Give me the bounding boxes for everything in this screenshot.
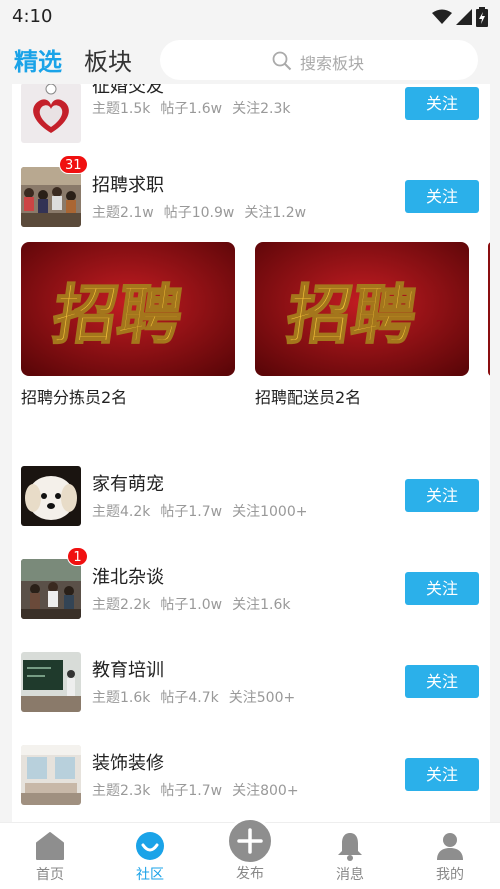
bottom-nav: 首页 社区 发布 消息 我的 — [0, 817, 500, 889]
follow-button[interactable]: 关注 — [405, 479, 479, 512]
topics-count: 主题1.6k — [92, 690, 151, 706]
banner-peek — [488, 242, 490, 376]
banner-text: 招聘 — [282, 278, 420, 353]
list-item[interactable]: 31 招聘求职 主题2.1w 帖子10.9w 关注1.2w 关注 — [12, 155, 490, 237]
plus-icon — [237, 828, 263, 854]
topics-count: 主题2.2k — [92, 597, 151, 613]
board-thumbnail — [21, 745, 81, 805]
board-name: 招聘求职 — [92, 175, 164, 196]
board-stats: 主题1.6k 帖子4.7k 关注500+ — [92, 687, 305, 707]
posts-count: 帖子10.9w — [163, 205, 235, 221]
search-input[interactable]: 搜索板块 — [160, 40, 478, 80]
publish-button[interactable] — [226, 817, 274, 865]
board-thumbnail — [21, 559, 81, 619]
board-stats: 主题2.3k 帖子1.7w 关注800+ — [92, 780, 309, 800]
board-stats: 主题2.2k 帖子1.0w 关注1.6k — [92, 594, 300, 614]
list-item[interactable]: 1 淮北杂谈 主题2.2k 帖子1.0w 关注1.6k 关注 — [12, 547, 490, 629]
status-icons — [432, 7, 488, 27]
topics-count: 主题2.1w — [92, 205, 154, 221]
nav-publish[interactable]: 发布 — [200, 817, 300, 889]
bell-icon — [338, 833, 362, 861]
follow-button[interactable]: 关注 — [405, 758, 479, 791]
banner-caption: 招聘配送员2名 — [255, 388, 362, 407]
recruitment-banners: 招聘 招聘分拣员2名 招聘 招聘配送员2名 — [12, 242, 490, 412]
topics-count: 主题2.3k — [92, 783, 151, 799]
follow-button[interactable]: 关注 — [405, 87, 479, 120]
nav-label: 发布 — [236, 866, 264, 882]
topics-count: 主题1.5k — [92, 101, 151, 117]
follow-button[interactable]: 关注 — [405, 572, 479, 605]
board-thumbnail — [21, 167, 81, 227]
board-name: 征婚交友 — [92, 84, 164, 97]
status-time: 4:10 — [12, 6, 53, 27]
nav-home[interactable]: 首页 — [0, 823, 100, 889]
unread-badge: 31 — [59, 155, 88, 174]
topics-count: 主题4.2k — [92, 504, 151, 520]
board-thumbnail — [21, 652, 81, 712]
search-placeholder: 搜索板块 — [300, 54, 365, 73]
posts-count: 帖子1.0w — [160, 597, 223, 613]
top-header: 精选 板块 搜索板块 — [0, 36, 500, 84]
nav-community[interactable]: 社区 — [100, 823, 200, 889]
banner-text: 招聘 — [48, 278, 186, 353]
signal-icon — [456, 9, 472, 25]
followers-count: 关注1.6k — [232, 597, 291, 613]
banner-card[interactable]: 招聘 招聘配送员2名 — [255, 242, 469, 408]
board-name: 教育培训 — [92, 660, 164, 681]
board-stats: 主题4.2k 帖子1.7w 关注1000+ — [92, 501, 317, 521]
home-icon — [36, 832, 64, 860]
list-item[interactable]: 征婚交友 主题1.5k 帖子1.6w 关注2.3k 关注 — [12, 84, 490, 154]
banner-card[interactable]: 招聘 招聘分拣员2名 — [21, 242, 235, 408]
followers-count: 关注1.2w — [244, 205, 307, 221]
follow-button[interactable]: 关注 — [405, 665, 479, 698]
board-stats: 主题1.5k 帖子1.6w 关注2.3k — [92, 98, 300, 118]
unread-badge: 1 — [67, 547, 88, 566]
list-item[interactable]: 装饰装修 主题2.3k 帖子1.7w 关注800+ 关注 — [12, 735, 490, 815]
search-icon — [272, 51, 292, 71]
banner-caption: 招聘分拣员2名 — [21, 388, 128, 407]
posts-count: 帖子1.6w — [160, 101, 223, 117]
wifi-icon — [432, 9, 452, 24]
nav-label: 我的 — [436, 867, 464, 883]
status-bar: 4:10 — [0, 0, 500, 36]
posts-count: 帖子1.7w — [160, 504, 223, 520]
nav-label: 社区 — [136, 867, 164, 883]
nav-messages[interactable]: 消息 — [300, 823, 400, 889]
followers-count: 关注1000+ — [232, 504, 308, 520]
community-icon — [136, 832, 164, 860]
followers-count: 关注500+ — [228, 690, 296, 706]
board-list: 征婚交友 主题1.5k 帖子1.6w 关注2.3k 关注 31 招聘求职 主题2.1… — [12, 84, 490, 822]
followers-count: 关注2.3k — [232, 101, 291, 117]
banner-image: 招聘 — [255, 242, 469, 376]
nav-profile[interactable]: 我的 — [400, 823, 500, 889]
tab-boards[interactable]: 板块 — [84, 42, 132, 77]
user-icon — [437, 833, 463, 860]
nav-label: 首页 — [36, 867, 64, 883]
board-name: 淮北杂谈 — [92, 567, 164, 588]
board-name: 装饰装修 — [92, 753, 164, 774]
banner-image: 招聘 — [21, 242, 235, 376]
tab-featured[interactable]: 精选 — [14, 42, 62, 77]
list-item[interactable]: 家有萌宠 主题4.2k 帖子1.7w 关注1000+ 关注 — [12, 456, 490, 536]
posts-count: 帖子4.7k — [160, 690, 219, 706]
posts-count: 帖子1.7w — [160, 783, 223, 799]
followers-count: 关注800+ — [232, 783, 299, 799]
board-name: 家有萌宠 — [92, 474, 164, 495]
battery-icon — [476, 7, 488, 27]
follow-button[interactable]: 关注 — [405, 180, 479, 213]
board-thumbnail — [21, 84, 81, 143]
board-thumbnail — [21, 466, 81, 526]
nav-label: 消息 — [336, 867, 364, 883]
list-item[interactable]: 教育培训 主题1.6k 帖子4.7k 关注500+ 关注 — [12, 642, 490, 722]
board-stats: 主题2.1w 帖子10.9w 关注1.2w — [92, 202, 316, 222]
